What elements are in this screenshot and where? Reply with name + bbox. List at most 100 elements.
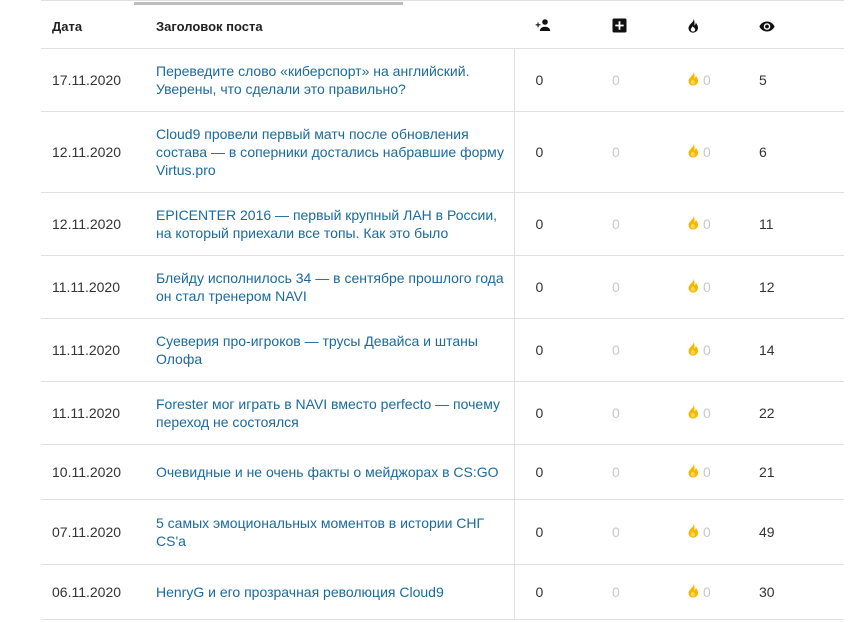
table-header-row: Дата Заголовок поста [41, 5, 844, 49]
subscribers-count: 0 [514, 48, 590, 112]
plus-count: 0 [590, 318, 666, 382]
post-date: 11.11.2020 [41, 381, 156, 445]
plus-count: 0 [590, 111, 666, 193]
post-date: 12.11.2020 [41, 192, 156, 256]
post-title-link[interactable]: 5 самых эмоциональных моментов в истории… [156, 514, 508, 550]
plus-count: 0 [590, 381, 666, 445]
flame-icon [687, 215, 699, 233]
post-title-cell: Очевидные и не очень факты о мейджорах в… [156, 444, 515, 500]
column-header-subscribers[interactable] [514, 5, 590, 49]
fire-cell: 0 [666, 318, 740, 382]
views-count: 30 [740, 564, 844, 620]
fire-cell: 0 [666, 499, 740, 565]
post-title-link[interactable]: Суеверия про-игроков — трусы Девайса и ш… [156, 332, 508, 368]
fire-cell: 0 [666, 564, 740, 620]
table-row: 11.11.2020 Блейду исполнилось 34 — в сен… [41, 255, 844, 319]
flame-icon [687, 278, 699, 296]
subscribers-count: 0 [514, 192, 590, 256]
subscribers-count: 0 [514, 381, 590, 445]
views-count: 22 [740, 381, 844, 445]
views-count: 21 [740, 444, 844, 500]
post-title-link[interactable]: Очевидные и не очень факты о мейджорах в… [156, 463, 508, 481]
fire-count: 0 [703, 405, 711, 421]
post-title-cell: Forester мог играть в NAVI вместо perfec… [156, 381, 515, 445]
subscribers-count: 0 [514, 111, 590, 193]
post-title-cell: Блейду исполнилось 34 — в сентябре прошл… [156, 255, 515, 319]
post-title-cell: HenryG и его прозрачная революция Cloud9 [156, 564, 515, 620]
views-count: 49 [740, 499, 844, 565]
post-title-link[interactable]: HenryG и его прозрачная революция Cloud9 [156, 583, 508, 601]
table-row: 12.11.2020 Cloud9 провели первый матч по… [41, 111, 844, 193]
fire-cell: 0 [666, 192, 740, 256]
post-title-link[interactable]: Cloud9 провели первый матч после обновле… [156, 125, 508, 179]
plus-count: 0 [590, 499, 666, 565]
post-date: 06.11.2020 [41, 564, 156, 620]
fire-cell: 0 [666, 111, 740, 193]
flame-icon [687, 341, 699, 359]
flame-icon [687, 143, 699, 161]
posts-table: Дата Заголовок поста 17.11.2020 Переведи… [41, 5, 844, 620]
table-row: 12.11.2020 EPICENTER 2016 — первый крупн… [41, 192, 844, 256]
column-header-views[interactable] [740, 5, 844, 49]
fire-cell: 0 [666, 381, 740, 445]
post-title-cell: EPICENTER 2016 — первый крупный ЛАН в Ро… [156, 192, 515, 256]
column-header-title[interactable]: Заголовок поста [156, 5, 514, 49]
views-count: 11 [740, 192, 844, 256]
table-row: 10.11.2020 Очевидные и не очень факты о … [41, 444, 844, 500]
fire-count: 0 [703, 216, 711, 232]
fire-count: 0 [703, 464, 711, 480]
table-row: 11.11.2020 Суеверия про-игроков — трусы … [41, 318, 844, 382]
plus-count: 0 [590, 255, 666, 319]
plus-count: 0 [590, 444, 666, 500]
flame-icon [687, 18, 699, 36]
fire-count: 0 [703, 72, 711, 88]
post-title-cell: Переведите слово «киберспорт» на английс… [156, 48, 515, 112]
post-date: 11.11.2020 [41, 255, 156, 319]
post-date: 07.11.2020 [41, 499, 156, 565]
plus-count: 0 [590, 48, 666, 112]
fire-count: 0 [703, 279, 711, 295]
table-row: 06.11.2020 HenryG и его прозрачная револ… [41, 564, 844, 620]
table-row: 07.11.2020 5 самых эмоциональных моменто… [41, 499, 844, 565]
post-date: 11.11.2020 [41, 318, 156, 382]
table-row: 17.11.2020 Переведите слово «киберспорт»… [41, 48, 844, 112]
fire-count: 0 [703, 524, 711, 540]
fire-cell: 0 [666, 48, 740, 112]
post-title-link[interactable]: Переведите слово «киберспорт» на английс… [156, 62, 508, 98]
post-date: 10.11.2020 [41, 444, 156, 500]
column-header-plus[interactable] [590, 5, 666, 49]
subscribers-count: 0 [514, 255, 590, 319]
subscribers-count: 0 [514, 444, 590, 500]
fire-cell: 0 [666, 444, 740, 500]
flame-icon [687, 404, 699, 422]
add-person-icon [535, 18, 551, 35]
views-count: 12 [740, 255, 844, 319]
subscribers-count: 0 [514, 564, 590, 620]
fire-count: 0 [703, 342, 711, 358]
post-title-link[interactable]: Блейду исполнилось 34 — в сентябре прошл… [156, 269, 508, 305]
post-title-link[interactable]: Forester мог играть в NAVI вместо perfec… [156, 395, 508, 431]
post-title-cell: 5 самых эмоциональных моментов в истории… [156, 499, 515, 565]
subscribers-count: 0 [514, 318, 590, 382]
plus-count: 0 [590, 192, 666, 256]
fire-count: 0 [703, 144, 711, 160]
flame-icon [687, 463, 699, 481]
column-header-fire[interactable] [666, 5, 740, 49]
fire-cell: 0 [666, 255, 740, 319]
fire-count: 0 [703, 584, 711, 600]
views-count: 5 [740, 48, 844, 112]
plus-count: 0 [590, 564, 666, 620]
flame-icon [687, 523, 699, 541]
views-count: 14 [740, 318, 844, 382]
flame-icon [687, 71, 699, 89]
table-row: 11.11.2020 Forester мог играть в NAVI вм… [41, 381, 844, 445]
column-header-date[interactable]: Дата [41, 5, 156, 49]
post-date: 12.11.2020 [41, 111, 156, 193]
views-count: 6 [740, 111, 844, 193]
post-title-cell: Cloud9 провели первый матч после обновле… [156, 111, 515, 193]
post-date: 17.11.2020 [41, 48, 156, 112]
plus-box-icon [612, 18, 627, 36]
eye-icon [759, 20, 775, 35]
post-title-link[interactable]: EPICENTER 2016 — первый крупный ЛАН в Ро… [156, 206, 508, 242]
post-title-cell: Суеверия про-игроков — трусы Девайса и ш… [156, 318, 515, 382]
